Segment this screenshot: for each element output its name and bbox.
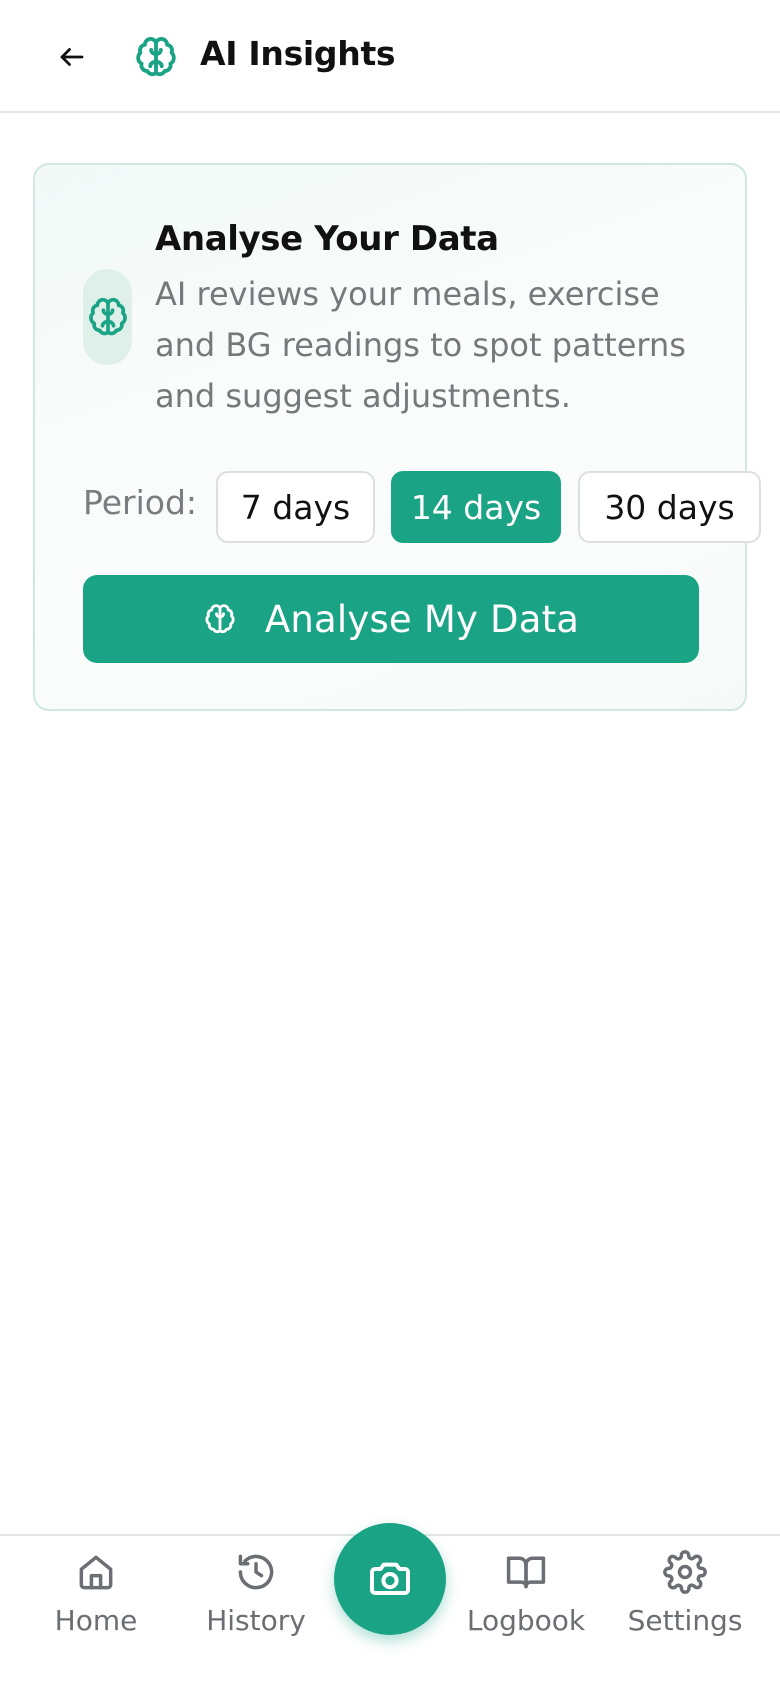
card-icon-badge — [83, 269, 132, 365]
back-button[interactable] — [46, 32, 98, 82]
period-label: Period: — [83, 483, 198, 522]
period-30-days-button[interactable]: 30 days — [578, 471, 761, 543]
period-14-days-button[interactable]: 14 days — [391, 471, 561, 543]
brain-icon — [88, 297, 127, 336]
analyse-my-data-button[interactable]: Analyse My Data — [83, 575, 699, 663]
top-app-bar: AI Insights — [0, 0, 780, 113]
camera-button[interactable] — [334, 1523, 446, 1635]
nav-item-logbook[interactable]: Logbook — [460, 1548, 592, 1648]
history-icon — [238, 1554, 274, 1590]
book-icon — [506, 1556, 546, 1589]
nav-label-logbook: Logbook — [466, 1604, 586, 1637]
nav-item-settings[interactable]: Settings — [620, 1548, 750, 1648]
analyse-card: Analyse Your Data AI reviews your meals,… — [33, 163, 761, 711]
arrow-left-icon — [60, 48, 84, 66]
nav-label-home: Home — [54, 1604, 138, 1637]
nav-label-history: History — [206, 1604, 306, 1637]
nav-label-settings: Settings — [627, 1604, 743, 1637]
card-description: AI reviews your meals, exercise and BG r… — [155, 275, 686, 415]
page-title: AI Insights — [200, 34, 396, 73]
analyse-button-label: Analyse My Data — [264, 597, 580, 641]
app-root: AI Insights Analyse Your Data AI reviews… — [0, 0, 780, 1688]
brain-icon — [136, 37, 176, 77]
card-title: Analyse Your Data — [155, 219, 499, 259]
nav-item-history[interactable]: History — [196, 1548, 316, 1648]
nav-item-home[interactable]: Home — [46, 1548, 146, 1648]
brain-icon — [205, 604, 235, 634]
gear-icon — [663, 1550, 707, 1594]
home-icon — [79, 1555, 113, 1590]
camera-icon — [370, 1562, 410, 1595]
period-7-days-button[interactable]: 7 days — [216, 471, 375, 543]
